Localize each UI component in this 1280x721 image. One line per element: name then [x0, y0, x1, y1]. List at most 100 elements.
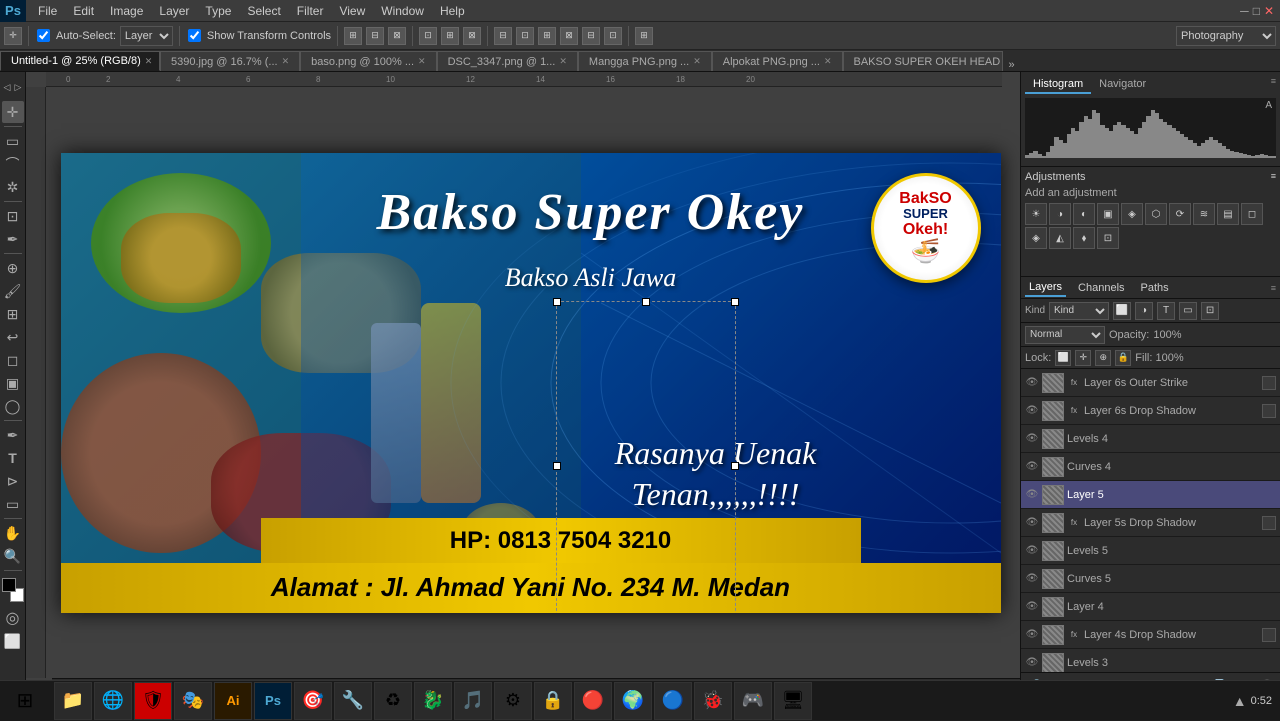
start-button[interactable]: ⊞ [0, 681, 50, 721]
align-left-icon[interactable]: ⊞ [344, 27, 362, 45]
tab-mangga-close[interactable]: ✕ [693, 56, 701, 67]
tab-histogram[interactable]: Histogram [1025, 76, 1091, 94]
taskbar-browser[interactable]: 🌍 [614, 682, 652, 720]
history-tool[interactable]: ↩ [2, 326, 24, 348]
taskbar-show-desktop[interactable]: ▲ [1233, 693, 1247, 709]
distribute-6-icon[interactable]: ⊡ [604, 27, 622, 45]
tab-overflow-btn[interactable]: » [1003, 59, 1021, 71]
maximize-btn[interactable]: □ [1253, 4, 1260, 18]
layer-eye-9[interactable]: 👁 [1025, 628, 1039, 642]
workspace-dropdown[interactable]: Photography [1176, 26, 1276, 46]
tab-channels[interactable]: Channels [1074, 280, 1128, 296]
align-bottom-icon[interactable]: ⊠ [463, 27, 481, 45]
taskbar-game[interactable]: 🎮 [734, 682, 772, 720]
lasso-tool[interactable]: ⌒ [2, 153, 24, 175]
distribute-1-icon[interactable]: ⊟ [494, 27, 512, 45]
expand-right-btn[interactable]: ▷ [13, 76, 23, 98]
adj-posterize[interactable]: ◭ [1049, 227, 1071, 249]
layer-row-8[interactable]: 👁Layer 4 [1021, 593, 1280, 621]
zoom-tool[interactable]: 🔍 [2, 545, 24, 567]
distribute-4-icon[interactable]: ⊠ [560, 27, 578, 45]
filter-smart-icon[interactable]: ⊡ [1201, 302, 1219, 320]
adj-collapse-btn[interactable]: ≡ [1271, 171, 1276, 183]
marquee-tool[interactable]: ▭ [2, 130, 24, 152]
expand-left-btn[interactable]: ◁ [2, 76, 12, 98]
layer-eye-0[interactable]: 👁 [1025, 376, 1039, 390]
shape-tool[interactable]: ▭ [2, 493, 24, 515]
adj-gradient[interactable]: ⊡ [1097, 227, 1119, 249]
adj-bw[interactable]: ≋ [1193, 203, 1215, 225]
adj-channel[interactable]: ◻ [1241, 203, 1263, 225]
close-btn[interactable]: ✕ [1264, 4, 1274, 18]
tab-baso[interactable]: baso.png @ 100% ... ✕ [300, 51, 436, 71]
gradient-tool[interactable]: ▣ [2, 372, 24, 394]
eyedropper-tool[interactable]: ✒ [2, 228, 24, 250]
taskbar-app4[interactable]: 🐉 [414, 682, 452, 720]
layer-eye-4[interactable]: 👁 [1025, 488, 1039, 502]
menu-type[interactable]: Type [197, 2, 239, 20]
dodge-tool[interactable]: ◯ [2, 395, 24, 417]
filter-adjust-icon[interactable]: ◑ [1135, 302, 1153, 320]
menu-image[interactable]: Image [102, 2, 151, 20]
layer-row-0[interactable]: 👁fxLayer 6s Outer Strike [1021, 369, 1280, 397]
filter-shape-icon[interactable]: ▭ [1179, 302, 1197, 320]
adj-levels[interactable]: ◑ [1049, 203, 1071, 225]
lock-position-icon[interactable]: ✛ [1075, 350, 1091, 366]
quick-mask-btn[interactable]: ◎ [2, 607, 24, 629]
layer-row-2[interactable]: 👁Levels 4 [1021, 425, 1280, 453]
layer-row-10[interactable]: 👁Levels 3 [1021, 649, 1280, 672]
layer-eye-10[interactable]: 👁 [1025, 656, 1039, 670]
crop-tool[interactable]: ⊡ [2, 205, 24, 227]
align-middle-icon[interactable]: ⊞ [441, 27, 459, 45]
layer-row-1[interactable]: 👁fxLayer 6s Drop Shadow [1021, 397, 1280, 425]
tab-untitled[interactable]: Untitled-1 @ 25% (RGB/8) ✕ [0, 51, 160, 71]
menu-file[interactable]: File [30, 2, 65, 20]
filter-type-icon[interactable]: T [1157, 302, 1175, 320]
layer-row-4[interactable]: 👁Layer 5 [1021, 481, 1280, 509]
adj-curves[interactable]: ◐ [1073, 203, 1095, 225]
move-tool-icon[interactable]: ✛ [4, 27, 22, 45]
taskbar-app3[interactable]: 🔧 [334, 682, 372, 720]
layer-row-7[interactable]: 👁Curves 5 [1021, 565, 1280, 593]
layers-collapse-btn[interactable]: ≡ [1271, 283, 1276, 293]
handle-tl[interactable] [553, 298, 561, 306]
taskbar-settings[interactable]: ⚙ [494, 682, 532, 720]
adj-vibrance[interactable]: ◈ [1121, 203, 1143, 225]
tab-mangga[interactable]: Mangga PNG.png ... ✕ [578, 51, 712, 71]
pen-tool[interactable]: ✒ [2, 424, 24, 446]
blend-mode-select[interactable]: Normal [1025, 326, 1105, 344]
layer-row-3[interactable]: 👁Curves 4 [1021, 453, 1280, 481]
taskbar-lock[interactable]: 🔒 [534, 682, 572, 720]
taskbar-app2[interactable]: 🎯 [294, 682, 332, 720]
align-right-icon[interactable]: ⊠ [388, 27, 406, 45]
taskbar-files[interactable]: 📁 [54, 682, 92, 720]
adj-invert[interactable]: ◈ [1025, 227, 1047, 249]
filter-pixel-icon[interactable]: ⬜ [1113, 302, 1131, 320]
tab-untitled-close[interactable]: ✕ [145, 56, 153, 67]
tab-alpokat-close[interactable]: ✕ [824, 56, 832, 67]
histogram-collapse[interactable]: ≡ [1271, 76, 1276, 94]
taskbar-media[interactable]: 🎵 [454, 682, 492, 720]
stamp-tool[interactable]: ⊞ [2, 303, 24, 325]
layer-eye-2[interactable]: 👁 [1025, 432, 1039, 446]
adj-exposure[interactable]: ▣ [1097, 203, 1119, 225]
layer-eye-1[interactable]: 👁 [1025, 404, 1039, 418]
taskbar-recycle[interactable]: ♻ [374, 682, 412, 720]
adj-colorbalance[interactable]: ⟳ [1169, 203, 1191, 225]
spot-heal-tool[interactable]: ⊕ [2, 257, 24, 279]
menu-view[interactable]: View [331, 2, 373, 20]
tab-5390-close[interactable]: ✕ [282, 56, 290, 67]
layer-eye-5[interactable]: 👁 [1025, 516, 1039, 530]
align-top-icon[interactable]: ⊡ [419, 27, 437, 45]
tab-5390[interactable]: 5390.jpg @ 16.7% (... ✕ [160, 51, 300, 71]
auto-select-checkbox[interactable] [37, 29, 50, 42]
menu-edit[interactable]: Edit [65, 2, 102, 20]
menu-window[interactable]: Window [373, 2, 432, 20]
tab-bakso[interactable]: BAKSO SUPER OKEH HEAD ✕ [843, 51, 1003, 71]
tab-alpokat[interactable]: Alpokat PNG.png ... ✕ [712, 51, 843, 71]
filter-kind-select[interactable]: Kind [1049, 302, 1109, 320]
arrange-icon[interactable]: ⊞ [635, 27, 653, 45]
auto-select-dropdown[interactable]: LayerGroup [120, 26, 173, 46]
lock-all-icon[interactable]: ⊕ [1095, 350, 1111, 366]
tab-baso-close[interactable]: ✕ [418, 56, 426, 67]
